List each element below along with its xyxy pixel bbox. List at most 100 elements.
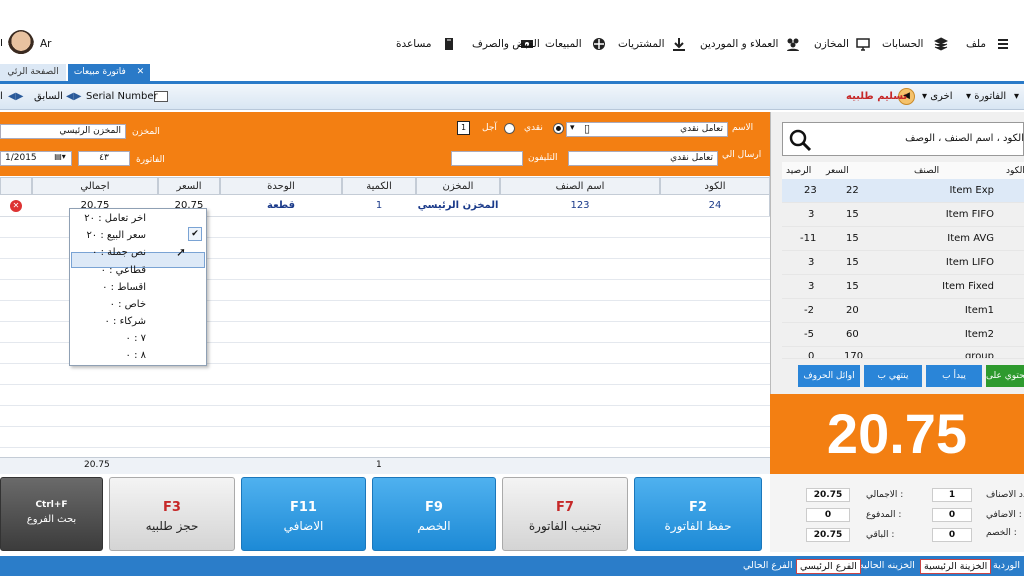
item-balance: 3 — [808, 209, 815, 220]
help-book-icon — [445, 38, 453, 50]
list-item[interactable]: Item Exp 22 23 — [782, 179, 1024, 203]
menu-purchases[interactable]: المشتريات — [618, 38, 665, 50]
status-main-treasury: الخزينة الرئيسية — [920, 559, 992, 574]
prev-arrows-icon: ◀▶ — [66, 91, 82, 102]
col-unit[interactable]: الوحدة — [220, 177, 342, 195]
item-price: 15 — [846, 209, 859, 220]
col-quantity[interactable]: الكمية — [342, 177, 416, 195]
chevron-down-icon[interactable]: ▾ — [570, 123, 575, 133]
item-balance: 3 — [808, 281, 815, 292]
list-item[interactable]: Item Fixed 15 3 — [782, 275, 1024, 299]
search-icon[interactable] — [788, 128, 812, 152]
toolbar-first-button[interactable]: ا — [0, 91, 3, 102]
cash-radio[interactable] — [553, 123, 564, 134]
footer-quantity: 1 — [376, 460, 382, 470]
toolbar-dropdown-arrow[interactable]: ▾ — [1014, 91, 1019, 102]
items-col-code[interactable]: الكود — [1006, 166, 1024, 176]
name-label: الاسم — [732, 123, 754, 133]
items-table-header — [782, 162, 1024, 180]
item-price: 15 — [846, 281, 859, 292]
deliver-order-button[interactable]: تسليم طلبيه — [846, 91, 907, 102]
page-number-box[interactable]: 1 — [457, 121, 470, 135]
filter-contains-button[interactable]: يحتوي على — [986, 365, 1024, 387]
customer-name-field[interactable]: تعامل نقدي — [566, 122, 728, 137]
items-col-price[interactable]: السعر — [826, 166, 849, 176]
summary-discount-label: الخصم : — [986, 528, 1017, 538]
summary-total-value: 20.75 — [806, 488, 850, 502]
col-total[interactable]: اجمالي — [32, 177, 158, 195]
store-field[interactable]: المخزن الرئيسي — [0, 124, 126, 139]
col-item-name[interactable]: اسم الصنف — [500, 177, 660, 195]
menu-file[interactable]: ملف — [966, 38, 986, 50]
list-item[interactable]: group 170 0 — [782, 347, 1024, 359]
tab-home[interactable]: الصفحة الرئي — [0, 64, 66, 81]
toolbar-other-menu[interactable]: ▾ اخرى — [922, 91, 953, 102]
list-item[interactable]: Item2 60 -5 — [782, 323, 1024, 347]
save-invoice-button[interactable]: F2 حفظ الفاتورة — [634, 477, 762, 551]
phone-field[interactable] — [451, 151, 523, 166]
list-item[interactable]: Item LIFO 15 3 — [782, 251, 1024, 275]
item-name: Item1 — [964, 305, 994, 316]
list-item[interactable]: Item AVG 15 -11 — [782, 227, 1024, 251]
total-display: 20.75 — [770, 394, 1024, 474]
popup-item-half-wholesale[interactable]: نص جملة : ٠ — [92, 247, 146, 258]
menu-sales[interactable]: المبيعات — [545, 38, 582, 50]
item-search-placeholder: الكود ، اسم الصنف ، الوصف — [905, 133, 1024, 144]
popup-item-partners[interactable]: شركاء : ٠ — [104, 316, 146, 327]
serial-number-button[interactable]: Serial Number — [86, 91, 158, 102]
status-shift: الوردية — [993, 560, 1020, 571]
extra-button[interactable]: F11 الاضافي — [241, 477, 366, 551]
menu-accounts[interactable]: الحسابات — [882, 38, 923, 50]
reserve-order-button[interactable]: F3 حجز طلبيه — [109, 477, 235, 551]
calendar-dropdown-icon[interactable]: ▤▾ — [50, 152, 70, 165]
status-main-branch: الفرع الرئيسي — [796, 559, 861, 574]
popup-item-sale-price[interactable]: سعر البيع : ٢٠ — [86, 230, 146, 241]
phone-label: التليفون — [528, 153, 558, 163]
row-quantity: 1 — [375, 200, 383, 211]
toolbar-invoice-menu[interactable]: ▾ الفاتورة — [966, 91, 1006, 102]
filter-starts-button[interactable]: يبدأ ب — [926, 365, 982, 387]
discount-button[interactable]: F9 الخصم — [372, 477, 496, 551]
popup-item-installments[interactable]: اقساط : ٠ — [102, 282, 146, 293]
summary-extra-label: الاضافي : — [986, 510, 1022, 520]
col-code[interactable]: الكود — [660, 177, 770, 195]
send-to-field[interactable]: تعامل نقدي — [568, 151, 718, 166]
hold-invoice-button[interactable]: F7 تجنيب الفاتورة — [502, 477, 628, 551]
filter-initials-button[interactable]: اوائل الحروف — [798, 365, 860, 387]
delete-row-icon[interactable]: ✕ — [10, 200, 22, 212]
col-price[interactable]: السعر — [158, 177, 220, 195]
search-branches-button[interactable]: Ctrl+F بحث الفروع — [0, 477, 103, 551]
list-item[interactable]: Item1 20 -2 — [782, 299, 1024, 323]
previous-button[interactable]: السابق — [34, 91, 63, 102]
deferred-radio[interactable] — [504, 123, 515, 134]
popup-item-last-deal[interactable]: اخر تعامل : ٢٠ — [84, 213, 146, 224]
save-invoice-label: حفظ الفاتورة — [664, 519, 732, 533]
col-store[interactable]: المخزن — [416, 177, 500, 195]
sales-icon — [593, 38, 605, 50]
list-item[interactable]: Item FIFO 15 3 — [782, 203, 1024, 227]
tab-sales-invoice[interactable]: فاتورة مبيعات ✕ — [68, 64, 150, 81]
tab-close-icon[interactable]: ✕ — [137, 67, 145, 77]
invoice-number-field[interactable]: ٤٣ — [78, 151, 130, 166]
menu-help[interactable]: مساعدة — [396, 38, 431, 50]
user-initials: Ar — [40, 38, 52, 50]
popup-item-special[interactable]: خاص : ٠ — [110, 299, 146, 310]
items-col-balance[interactable]: الرصيد — [786, 166, 811, 176]
popup-item-retail[interactable]: قطاعي : ٠ — [101, 265, 146, 276]
items-col-item[interactable]: الصنف — [914, 166, 939, 176]
menu-customers-suppliers[interactable]: العملاء و الموردين — [700, 38, 778, 50]
menu-stores[interactable]: المخازن — [814, 38, 849, 50]
status-current-treasury-label: الخزينه الحاليه — [859, 560, 915, 571]
user-avatar[interactable] — [8, 30, 34, 58]
filter-ends-button[interactable]: ينتهي ب — [864, 365, 922, 387]
summary-remain-label: الباقي : — [866, 530, 895, 540]
summary-discount-value: 0 — [932, 528, 972, 542]
grid-footer — [0, 457, 770, 474]
item-price: 15 — [846, 257, 859, 268]
document-icon[interactable]: ▯ — [584, 122, 590, 135]
menu-receipts-payments[interactable]: القبض والصرف — [472, 38, 540, 50]
popup-item-level7[interactable]: ٧ : ٠ — [126, 333, 146, 344]
popup-item-level8[interactable]: ٨ : ٠ — [126, 350, 146, 361]
summary-paid-value[interactable]: 0 — [806, 508, 850, 522]
footer-total: 20.75 — [84, 460, 110, 470]
